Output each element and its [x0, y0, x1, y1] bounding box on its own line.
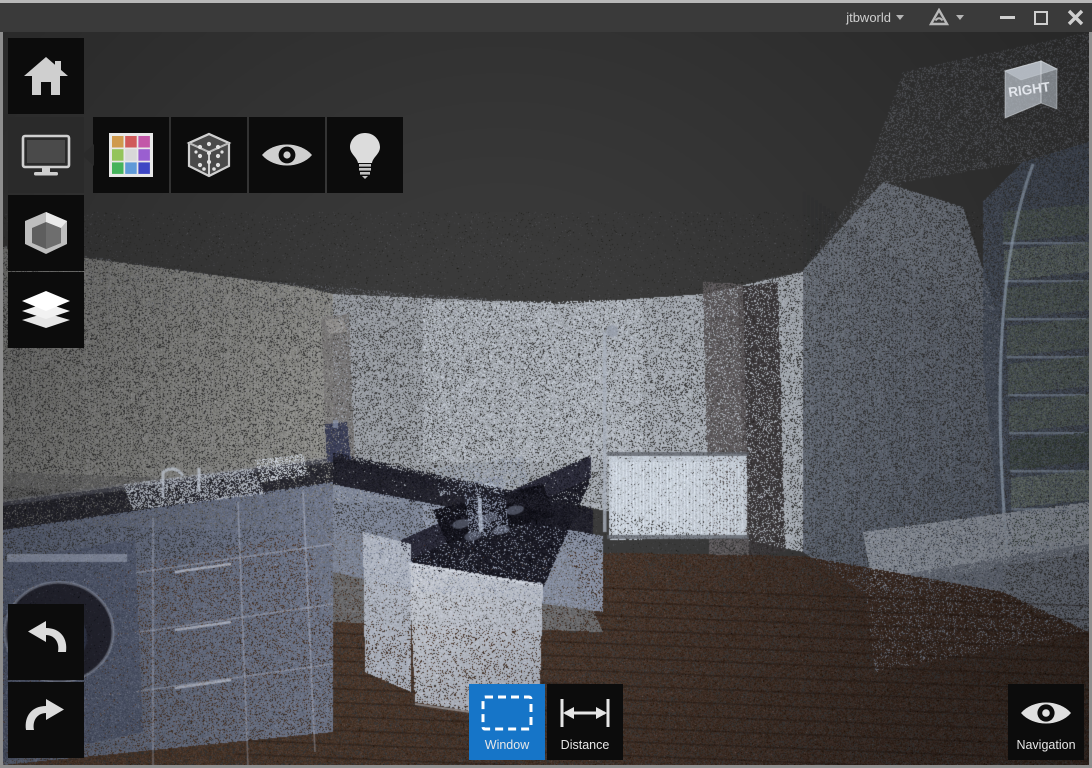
close-icon	[1067, 9, 1083, 26]
window-controls	[990, 2, 1092, 34]
layers-icon	[22, 291, 70, 328]
home-button[interactable]	[8, 38, 84, 114]
point-cloud-button[interactable]	[171, 117, 247, 193]
window-select-label: Window	[484, 738, 530, 752]
model-button[interactable]	[8, 195, 84, 271]
color-palette-button[interactable]	[93, 117, 169, 193]
visibility-button[interactable]	[249, 117, 325, 193]
chevron-down-icon	[956, 15, 964, 20]
title-bar: jtbworld	[0, 0, 1092, 32]
eye-icon	[262, 144, 312, 166]
account-name: jtbworld	[846, 10, 891, 25]
redo-icon	[25, 699, 64, 730]
undo-icon	[28, 621, 67, 652]
view-cube[interactable]: RIGHT	[997, 57, 1063, 127]
minimize-icon	[999, 16, 1015, 19]
monitor-icon	[21, 134, 71, 176]
window-frame-left	[0, 32, 3, 765]
distance-measure-tool[interactable]: Distance	[547, 684, 623, 760]
flyout-pointer-icon	[82, 144, 94, 166]
maximize-button[interactable]	[1024, 2, 1058, 34]
home-icon	[24, 57, 68, 95]
point-cube-icon	[186, 132, 232, 178]
eye-icon	[1019, 688, 1073, 738]
distance-icon	[558, 688, 612, 738]
marquee-icon	[481, 688, 533, 738]
layers-button[interactable]	[8, 272, 84, 348]
cube-icon	[25, 212, 67, 254]
color-grid-icon	[109, 133, 153, 177]
navigation-label: Navigation	[1016, 738, 1076, 752]
maximize-icon	[1034, 10, 1048, 25]
minimize-button[interactable]	[990, 2, 1024, 34]
lightbulb-icon	[350, 133, 380, 179]
display-button[interactable]	[8, 117, 84, 193]
app-menu[interactable]	[924, 5, 968, 31]
lighting-button[interactable]	[327, 117, 403, 193]
chevron-down-icon	[896, 15, 904, 20]
distance-measure-label: Distance	[560, 738, 610, 752]
compass-icon	[928, 8, 950, 26]
application-window: jtbworld RIGHT Window Distance Navigatio…	[0, 0, 1092, 768]
redo-button[interactable]	[8, 682, 84, 758]
navigation-button[interactable]: Navigation	[1008, 684, 1084, 760]
account-menu[interactable]: jtbworld	[842, 5, 908, 31]
close-button[interactable]	[1058, 2, 1092, 34]
undo-button[interactable]	[8, 604, 84, 680]
window-select-tool[interactable]: Window	[469, 684, 545, 760]
